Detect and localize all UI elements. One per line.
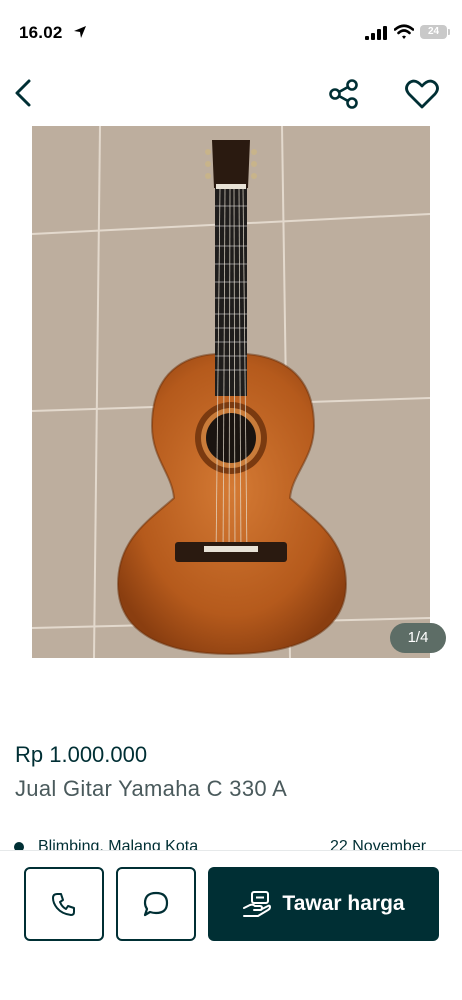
photo-gallery[interactable] [32, 126, 430, 658]
listing-price: Rp 1.000.000 [15, 742, 148, 767]
battery-icon: 24 [420, 25, 447, 39]
call-button[interactable] [24, 867, 104, 941]
listing-meta: Blimbing, Malang Kota 22 November [0, 836, 462, 850]
listing-title: Jual Gitar Yamaha C 330 A [15, 776, 288, 801]
back-button[interactable] [6, 72, 40, 114]
chevron-left-icon [15, 79, 31, 107]
make-offer-label: Tawar harga [282, 892, 405, 915]
location-pin-icon [14, 842, 24, 850]
location-arrow-icon [73, 25, 87, 44]
share-button[interactable] [324, 74, 364, 114]
guitar-photo [32, 126, 430, 658]
status-time: 16.02 [19, 23, 63, 42]
hand-offer-icon [243, 891, 272, 917]
bottom-action-bar: Tawar harga [0, 850, 462, 1000]
top-nav [0, 66, 462, 122]
signal-icon [365, 26, 387, 45]
chat-button[interactable] [116, 867, 196, 941]
battery-cap [448, 29, 450, 35]
phone-icon [52, 893, 75, 916]
status-bar: 16.02 24 [0, 0, 462, 66]
wifi-icon [393, 24, 415, 45]
share-icon [329, 79, 358, 109]
heart-icon [405, 79, 439, 109]
make-offer-button[interactable]: Tawar harga [208, 867, 439, 941]
battery-level: 24 [427, 26, 440, 37]
listing-location: Blimbing, Malang Kota [38, 838, 199, 850]
photo-counter: 1/4 [390, 623, 446, 653]
favorite-button[interactable] [400, 74, 444, 114]
chat-bubble-icon [143, 891, 169, 917]
listing-date: 22 November [330, 838, 427, 850]
